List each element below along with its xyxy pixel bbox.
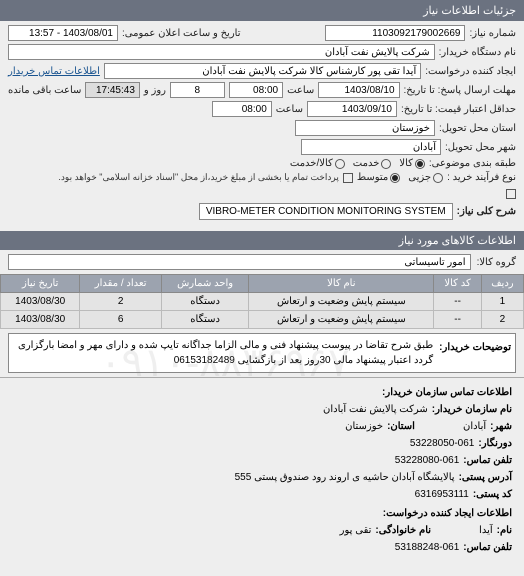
table-cell: دستگاه xyxy=(161,311,248,329)
description-box: توضیحات خریدار: طبق شرح تقاضا در پیوست پ… xyxy=(8,333,516,373)
phone-label: تلفن تماس: xyxy=(463,452,512,469)
validity-label: حداقل اعتبار قیمت: تا تاریخ: xyxy=(401,104,516,115)
contact-province-value: خوزستان xyxy=(345,418,383,435)
title-value: VIBRO-METER CONDITION MONITORING SYSTEM xyxy=(199,203,453,220)
topic-radio-group: کالا خدمت کالا/خدمت xyxy=(290,158,425,169)
validity-date: 1403/09/10 xyxy=(307,101,397,117)
phone-value: 53228080-061 xyxy=(395,452,460,469)
fax-label: دورنگار: xyxy=(478,435,512,452)
lastname-label: نام خانوادگی: xyxy=(375,522,431,539)
table-row: 2--سیستم پایش وضعیت و ارتعاشدستگاه61403/… xyxy=(1,311,524,329)
buyer-device-value: شرکت پالایش نفت آبادان xyxy=(8,44,435,60)
name-label: نام: xyxy=(497,522,512,539)
table-cell: -- xyxy=(434,293,481,311)
buy-note: پرداخت تمام یا بخشی از مبلغ خرید،از محل … xyxy=(58,172,338,183)
table-header-cell: نام کالا xyxy=(249,275,434,293)
remaining-time: 17:45:43 xyxy=(85,82,140,98)
address-label: آدرس پستی: xyxy=(459,469,512,486)
deadline-date: 1403/08/10 xyxy=(318,82,399,98)
table-header-cell: کد کالا xyxy=(434,275,481,293)
remaining-label: ساعت باقی مانده xyxy=(8,85,81,96)
name-value: آیدا xyxy=(479,522,493,539)
days-count: 8 xyxy=(170,82,225,98)
desc-label: توضیحات خریدار: xyxy=(439,338,511,368)
service-label: خدمت xyxy=(353,158,380,169)
contact-province-label: استان: xyxy=(387,418,415,435)
announce-value: 1403/08/01 - 13:57 xyxy=(8,25,118,41)
req-phone-value: 53188248-061 xyxy=(395,539,460,556)
table-cell: 1403/08/30 xyxy=(1,293,80,311)
address-value: پالایشگاه آبادان حاشیه ی اروند رود صندوق… xyxy=(235,469,455,486)
items-table: ردیفکد کالانام کالاواحد شمارشتعداد / مقد… xyxy=(0,274,524,329)
table-row: 1--سیستم پایش وضعیت و ارتعاشدستگاه21403/… xyxy=(1,293,524,311)
goods-service-label: کالا/خدمت xyxy=(290,158,333,169)
medium-label: متوسط xyxy=(357,172,388,183)
table-header-cell: واحد شمارش xyxy=(161,275,248,293)
buy-type-label: نوع فرآیند خرید : xyxy=(447,172,516,183)
requester-label: ایجاد کننده درخواست: xyxy=(425,66,516,77)
table-cell: سیستم پایش وضعیت و ارتعاش xyxy=(249,311,434,329)
radio-goods[interactable] xyxy=(415,159,425,169)
checkbox-treasury[interactable] xyxy=(343,173,353,183)
table-cell: 1 xyxy=(481,293,523,311)
deadline-label: مهلت ارسال پاسخ: تا تاریخ: xyxy=(404,85,516,96)
org-label: نام سازمان خریدار: xyxy=(432,401,512,418)
items-header: اطلاعات کالاهای مورد نیاز xyxy=(0,231,524,250)
table-cell: 1403/08/30 xyxy=(1,311,80,329)
req-no-value: 1103092179002669 xyxy=(325,25,465,41)
table-cell: سیستم پایش وضعیت و ارتعاش xyxy=(249,293,434,311)
table-cell: 2 xyxy=(481,311,523,329)
validity-time: 08:00 xyxy=(212,101,272,117)
desc-text: طبق شرح تقاضا در پیوست پیشنهاد فنی و مال… xyxy=(13,338,433,368)
group-value: امور تاسیساتی xyxy=(8,254,471,270)
radio-medium[interactable] xyxy=(390,173,400,183)
requester-header: اطلاعات ایجاد کننده درخواست: xyxy=(12,505,512,522)
time-label-1: ساعت xyxy=(287,85,314,96)
city-label: شهر محل تحویل: xyxy=(445,142,516,153)
topic-label: طبقه بندی موضوعی: xyxy=(429,158,516,169)
contact-city-label: شهر: xyxy=(490,418,512,435)
table-header-cell: تاریخ نیاز xyxy=(1,275,80,293)
org-value: شرکت پالایش نفت آبادان xyxy=(323,401,428,418)
radio-service[interactable] xyxy=(381,159,391,169)
checkbox-unknown[interactable] xyxy=(506,189,516,199)
main-header: جزئیات اطلاعات نیاز xyxy=(0,0,524,21)
table-header-cell: ردیف xyxy=(481,275,523,293)
city-value: آبادان xyxy=(301,139,441,155)
table-cell: دستگاه xyxy=(161,293,248,311)
req-phone-label: تلفن تماس: xyxy=(463,539,512,556)
radio-goods-service[interactable] xyxy=(335,159,345,169)
group-label: گروه کالا: xyxy=(477,257,516,268)
table-cell: -- xyxy=(434,311,481,329)
province-value: خوزستان xyxy=(295,120,435,136)
buyer-device-label: نام دستگاه خریدار: xyxy=(439,47,516,58)
fax-value: 53228050-061 xyxy=(410,435,475,452)
announce-label: تاریخ و ساعت اعلان عمومی: xyxy=(122,28,241,39)
contact-header: اطلاعات تماس سازمان خریدار: xyxy=(12,384,512,401)
lastname-value: تقی پور xyxy=(340,522,372,539)
req-no-label: شماره نیاز: xyxy=(469,28,516,39)
partial-label: جزیی xyxy=(408,172,431,183)
title-label: شرح کلی نیاز: xyxy=(457,206,516,217)
postal-label: کد پستی: xyxy=(473,486,512,503)
table-cell: 6 xyxy=(80,311,162,329)
goods-label: کالا xyxy=(399,158,413,169)
postal-value: 6316953111 xyxy=(415,486,469,503)
radio-partial[interactable] xyxy=(433,173,443,183)
table-header-cell: تعداد / مقدار xyxy=(80,275,162,293)
requester-value: آیدا تقی پور کارشناس کالا شرکت پالایش نف… xyxy=(104,63,421,79)
days-and-label: روز و xyxy=(144,85,166,96)
time-label-2: ساعت xyxy=(276,104,303,115)
contact-city-value: آبادان xyxy=(463,418,486,435)
buyer-contact-link[interactable]: اطلاعات تماس خریدار xyxy=(8,66,100,77)
deadline-time: 08:00 xyxy=(229,82,284,98)
buy-type-radio-group: جزیی متوسط xyxy=(357,172,443,183)
table-cell: 2 xyxy=(80,293,162,311)
separator xyxy=(0,377,524,378)
province-label: استان محل تحویل: xyxy=(439,123,516,134)
